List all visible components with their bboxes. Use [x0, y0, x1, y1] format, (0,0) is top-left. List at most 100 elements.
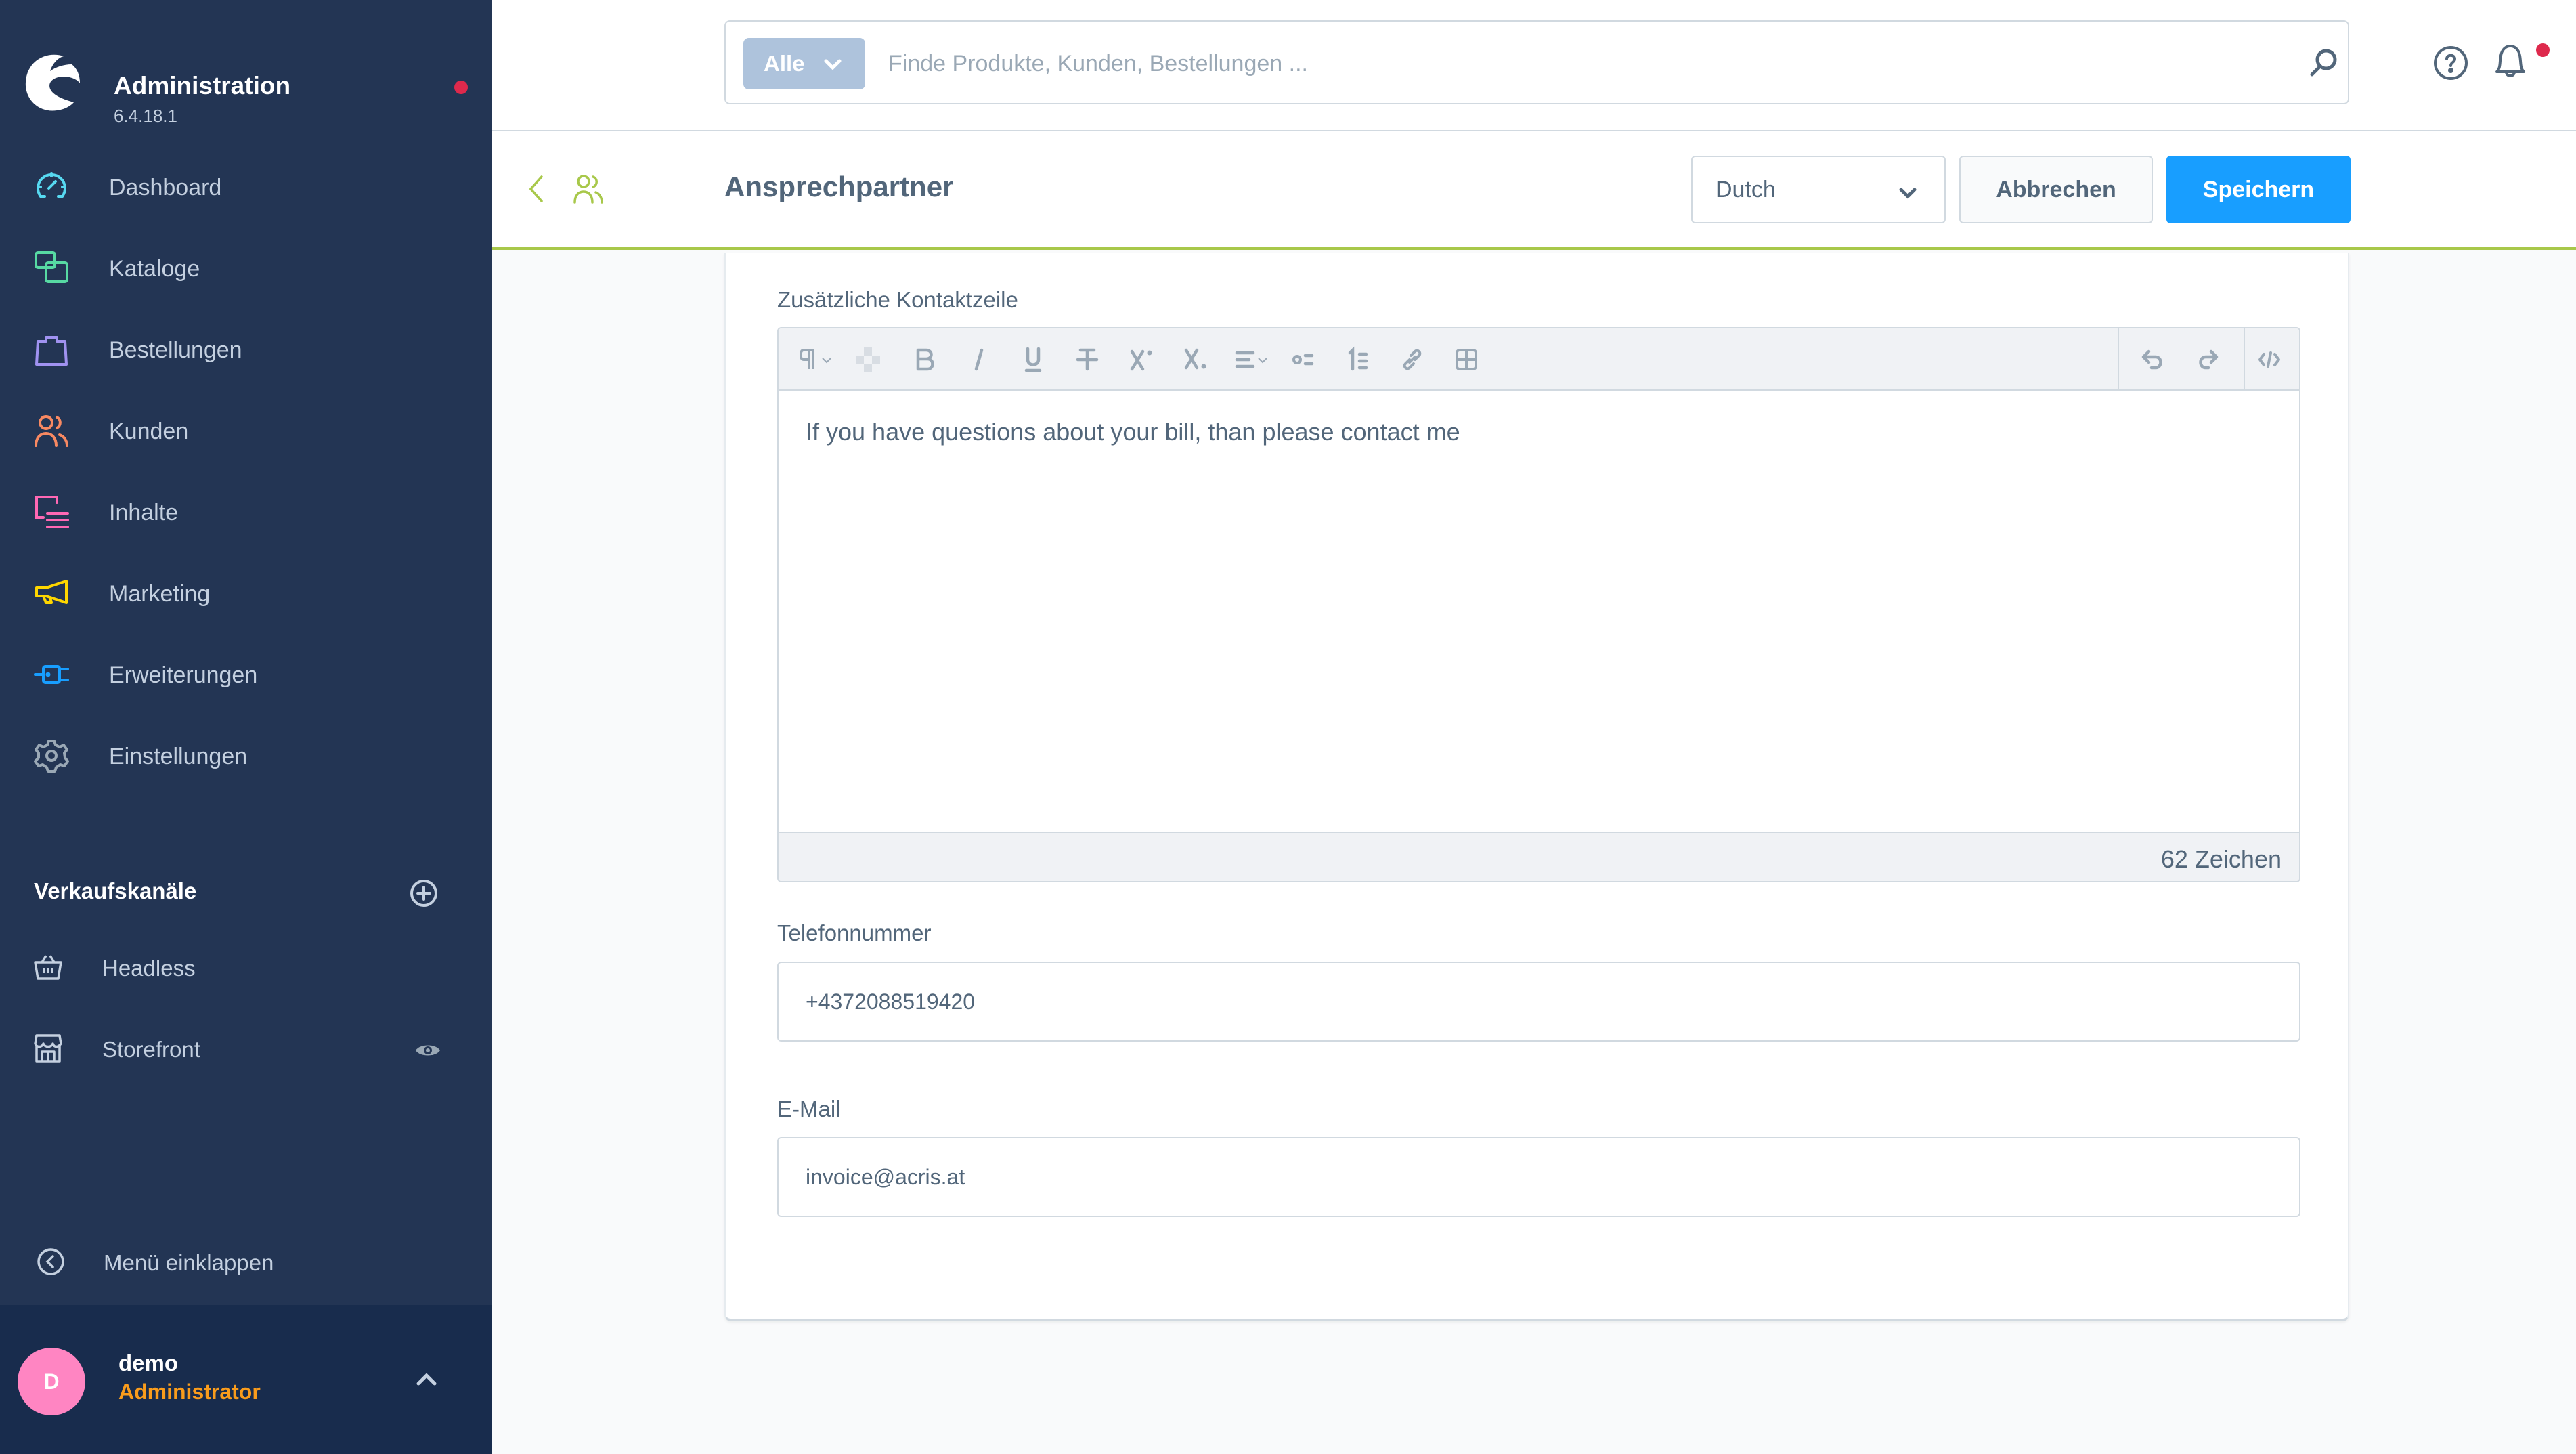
strikethrough-button[interactable]	[1072, 345, 1102, 375]
toolbar-divider	[2118, 328, 2119, 391]
editor-text: If you have questions about your bill, t…	[806, 418, 1460, 446]
global-search: Alle	[724, 20, 2349, 104]
back-arrow-icon[interactable]	[528, 174, 544, 204]
brand: Administration 6.4.18.1	[23, 34, 468, 126]
bold-button[interactable]	[910, 345, 940, 375]
link-button[interactable]	[1397, 345, 1427, 375]
sidebar-item-label: Marketing	[109, 581, 211, 607]
editor-label: Zusätzliche Kontaktzeile	[777, 287, 1018, 312]
gear-icon	[34, 740, 69, 773]
superscript-icon	[1130, 349, 1152, 371]
help-icon[interactable]	[2432, 45, 2469, 81]
sidebar-item-marketing[interactable]: Marketing	[0, 562, 492, 623]
ordered-list-button[interactable]	[1343, 345, 1373, 375]
ordered-list-icon	[1348, 346, 1368, 371]
editor-content[interactable]: If you have questions about your bill, t…	[779, 391, 2299, 832]
language-switch[interactable]: Dutch	[1691, 156, 1946, 223]
undo-icon	[2141, 349, 2162, 370]
sidebar-item-orders[interactable]: Bestellungen	[0, 318, 492, 379]
code-icon	[2258, 351, 2280, 368]
chevron-down-icon	[824, 59, 842, 70]
sidebar-item-label: Erweiterungen	[109, 662, 258, 688]
sales-channels-header: Verkaufskanäle	[34, 878, 197, 903]
user-role: Administrator	[118, 1380, 261, 1404]
subscript-button[interactable]	[1181, 345, 1210, 375]
superscript-button[interactable]	[1127, 345, 1156, 375]
code-view-button[interactable]	[2254, 345, 2284, 375]
link-icon	[1403, 349, 1422, 370]
email-label: E-Mail	[777, 1096, 841, 1121]
top-bar: Alle	[492, 0, 2576, 131]
contact-card: Zusätzliche Kontaktzeile If you have que…	[724, 253, 2349, 1321]
editor-footer: 62 Zeichen	[779, 832, 2299, 881]
underline-button[interactable]	[1018, 345, 1048, 375]
add-sales-channel-icon[interactable]	[409, 878, 439, 908]
italic-button[interactable]	[964, 345, 994, 375]
sales-channel-headless[interactable]: Headless	[0, 937, 492, 998]
sidebar-item-settings[interactable]: Einstellungen	[0, 725, 492, 786]
subscript-icon	[1184, 348, 1206, 370]
sidebar-item-label: Dashboard	[109, 175, 222, 200]
search-input[interactable]	[888, 38, 2175, 89]
bell-icon[interactable]	[2491, 42, 2529, 81]
basket-icon	[34, 955, 62, 980]
sidebar-item-label: Einstellungen	[109, 744, 248, 769]
chevron-up-icon[interactable]	[414, 1371, 439, 1388]
character-count: 62 Zeichen	[2160, 845, 2282, 873]
sidebar-item-label: Kataloge	[109, 256, 200, 282]
sidebar-item-label: Bestellungen	[109, 337, 242, 363]
storefront-icon	[34, 1034, 62, 1063]
search-type-dropdown[interactable]: Alle	[743, 38, 865, 89]
content-icon	[35, 496, 69, 528]
editor-toolbar	[779, 328, 2299, 391]
app-version: 6.4.18.1	[114, 106, 177, 126]
phone-field[interactable]	[777, 962, 2300, 1042]
megaphone-icon	[35, 580, 68, 604]
save-button[interactable]: Speichern	[2166, 156, 2351, 223]
user-profile[interactable]: D demo Administrator	[0, 1305, 492, 1454]
plug-icon	[34, 665, 69, 684]
undo-button[interactable]	[2138, 345, 2168, 375]
search-icon[interactable]	[2307, 46, 2340, 80]
customers-module-icon	[573, 175, 603, 204]
underline-icon	[1024, 347, 1042, 372]
sidebar-item-label: Inhalte	[109, 500, 179, 526]
table-button[interactable]	[1451, 345, 1481, 375]
collapse-menu-button[interactable]: Menü einklappen	[0, 1233, 492, 1293]
language-value: Dutch	[1716, 177, 1776, 202]
smart-bar: Ansprechpartner Dutch Abbrechen Speicher…	[492, 131, 2576, 250]
table-icon	[1456, 349, 1477, 370]
email-field[interactable]	[777, 1137, 2300, 1217]
customers-icon	[35, 415, 68, 447]
avatar: D	[18, 1348, 85, 1415]
chevron-down-icon	[1899, 188, 1917, 199]
notification-badge	[2536, 43, 2550, 57]
sidebar: Administration 6.4.18.1 Dashboard Katalo…	[0, 0, 492, 1454]
sales-channel-storefront[interactable]: Storefront	[0, 1018, 492, 1079]
catalog-icon	[35, 251, 68, 283]
sidebar-item-catalogues[interactable]: Kataloge	[0, 237, 492, 298]
bold-icon	[916, 348, 934, 371]
cancel-button[interactable]: Abbrechen	[1959, 156, 2153, 223]
eye-icon[interactable]	[414, 1041, 441, 1060]
sidebar-item-dashboard[interactable]: Dashboard	[0, 156, 492, 217]
paragraph-format-button[interactable]	[796, 345, 844, 375]
search-type-label: Alle	[764, 51, 805, 76]
app-title: Administration	[114, 72, 291, 100]
sidebar-item-content[interactable]: Inhalte	[0, 481, 492, 542]
sidebar-item-extensions[interactable]: Erweiterungen	[0, 643, 492, 704]
shopping-bag-icon	[35, 336, 68, 366]
alignment-button[interactable]	[1231, 345, 1278, 375]
redo-button[interactable]	[2192, 345, 2222, 375]
sales-channel-label: Storefront	[102, 1037, 200, 1062]
unordered-list-button[interactable]	[1289, 345, 1319, 375]
paragraph-icon	[800, 349, 831, 369]
strikethrough-icon	[1076, 348, 1099, 371]
phone-label: Telefonnummer	[777, 920, 932, 945]
sidebar-item-label: Kunden	[109, 419, 189, 444]
sales-channel-label: Headless	[102, 956, 196, 981]
text-color-button[interactable]	[853, 345, 883, 375]
sidebar-item-customers[interactable]: Kunden	[0, 400, 492, 461]
chevron-left-circle-icon	[37, 1248, 64, 1275]
notification-dot	[454, 81, 468, 94]
